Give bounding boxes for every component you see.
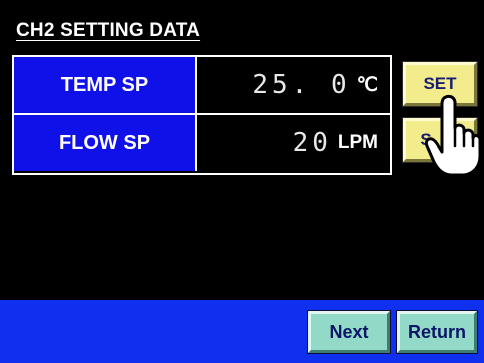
- temp-sp-set-label: SET: [423, 74, 457, 93]
- hand-pointer-icon: [424, 94, 482, 177]
- table-row-flow-sp: FLOW SP 20 LPM: [14, 115, 390, 171]
- hmi-screen: CH2 SETTING DATA TEMP SP 25. 0 ℃ FLOW SP…: [0, 0, 484, 363]
- flow-sp-label: FLOW SP: [14, 115, 197, 171]
- flow-sp-value-field[interactable]: 20 LPM: [197, 115, 390, 171]
- temp-sp-value-field[interactable]: 25. 0 ℃: [197, 57, 390, 113]
- footer-bar: Next Return: [0, 300, 484, 363]
- page-title: CH2 SETTING DATA: [16, 20, 201, 41]
- temp-sp-value: 25. 0: [252, 70, 351, 100]
- temp-sp-unit: ℃: [356, 74, 378, 96]
- temp-sp-label: TEMP SP: [14, 57, 197, 113]
- return-button[interactable]: Return: [396, 310, 478, 354]
- settings-table: TEMP SP 25. 0 ℃ FLOW SP 20 LPM: [12, 55, 392, 175]
- flow-sp-unit: LPM: [337, 132, 378, 153]
- next-button[interactable]: Next: [307, 310, 391, 354]
- table-row-temp-sp: TEMP SP 25. 0 ℃: [14, 57, 390, 115]
- flow-sp-value: 20: [292, 128, 332, 158]
